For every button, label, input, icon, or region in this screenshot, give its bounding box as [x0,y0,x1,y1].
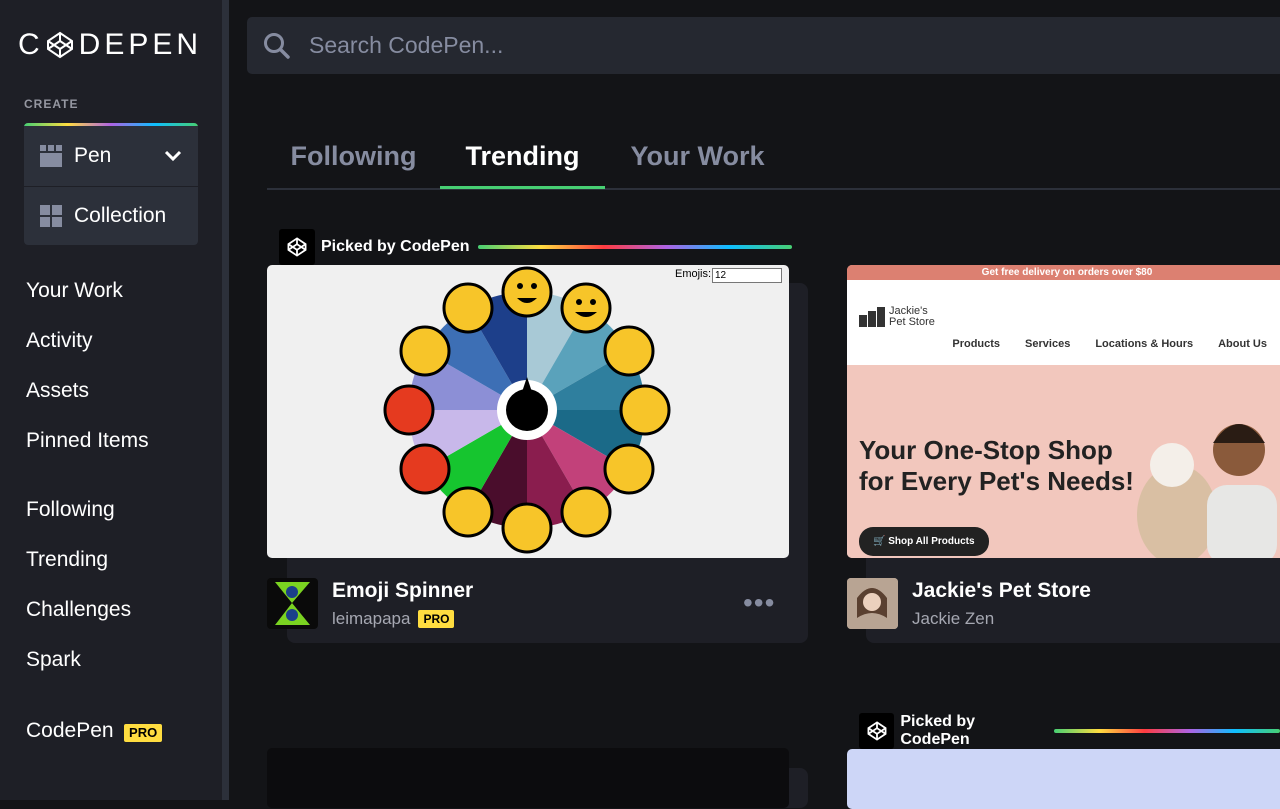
codepen-pro-label: CodePen [26,719,114,742]
codepen-logo[interactable]: C DEPEN [18,28,202,62]
create-pen-button[interactable]: Pen [24,126,198,187]
chevron-down-icon[interactable] [164,144,182,168]
author-avatar-jackie-zen[interactable] [847,578,898,629]
picked-label: Picked by CodePen [321,238,470,255]
nav-challenges[interactable]: Challenges [26,585,131,635]
sidebar-divider[interactable] [222,0,229,800]
grid-icon [40,145,62,167]
shop-all-products-button: 🛒 Shop All Products [859,527,989,556]
pen-preview-pet-store[interactable]: Get free delivery on orders over $80 Jac… [847,265,1280,558]
shop-all-label: Shop All Products [888,536,975,547]
pet-nav: Products Services Locations & Hours Abou… [952,338,1267,350]
nav-spark[interactable]: Spark [26,635,131,685]
nav-trending[interactable]: Trending [26,535,131,585]
nav-primary: Your Work Activity Assets Pinned Items [26,266,149,466]
create-pen-label: Pen [74,144,112,167]
pet-hero-illustration [1137,424,1277,558]
pet-header: Jackie's Pet Store Products Services Loc… [847,280,1280,365]
pen-author[interactable]: leimapapa PRO [332,609,455,629]
picked-label: Picked by CodePen [900,713,976,748]
rainbow-line [477,245,792,249]
nav-secondary: Following Trending Challenges Spark [26,485,131,685]
more-options-button[interactable]: ••• [743,587,775,619]
grid-icon [40,205,62,227]
search-icon [264,32,290,59]
pen-author[interactable]: Jackie Zen [912,609,994,629]
nav-your-work[interactable]: Your Work [26,266,149,316]
pet-hero: Your One-Stop Shop for Every Pet's Needs… [847,365,1280,558]
pet-nav-products: Products [952,338,1001,350]
create-collection-label: Collection [74,204,167,227]
pen-preview-light-blue[interactable] [847,749,1280,809]
search-bar [247,17,1280,74]
codepen-cube-icon [859,713,895,749]
author-name: leimapapa [332,609,411,628]
logo-text-c: C [18,28,44,61]
pet-nav-services: Services [1025,338,1071,350]
pen-title[interactable]: Emoji Spinner [332,579,473,603]
tab-your-work[interactable]: Your Work [605,125,790,188]
nav-codepen-pro[interactable]: CodePen PRO [26,706,163,756]
create-collection-button[interactable]: Collection [24,187,198,245]
pro-badge: PRO [418,610,455,628]
pen-preview-emoji-spinner[interactable]: Emojis: [267,265,789,558]
tab-following[interactable]: Following [267,125,440,188]
picked-by-codepen-badge: Picked by CodePen [859,713,1280,749]
codepen-cube-icon [279,229,315,265]
pet-nav-locations: Locations & Hours [1095,338,1194,350]
nav-activity[interactable]: Activity [26,316,149,366]
author-name: Jackie Zen [912,609,995,628]
pet-brand-line2: Pet Store [889,316,935,328]
nav-pinned-items[interactable]: Pinned Items [26,416,149,466]
emoji-wheel-graphic [383,266,671,554]
pro-badge: PRO [124,723,163,742]
cart-icon: 🛒 [873,536,886,547]
picked-by-codepen-badge: Picked by CodePen [279,229,792,265]
feed-tabs: Following Trending Your Work [267,125,1280,190]
create-menu: Pen Collection [24,123,198,245]
create-label: CREATE [24,97,79,111]
search-input[interactable] [307,31,911,60]
sidebar: C DEPEN CREATE Pen Collection Your Work … [0,0,222,800]
author-avatar-leimapapa[interactable] [267,578,318,629]
logo-text-depen: DEPEN [78,28,203,61]
pet-store-logo: Jackie's Pet Store [859,306,935,328]
pen-preview-dark[interactable] [267,748,789,808]
pet-logo-icon [859,307,885,327]
codepen-cube-icon [46,31,73,59]
tab-trending[interactable]: Trending [440,125,605,189]
rainbow-line [1054,729,1280,733]
nav-assets[interactable]: Assets [26,366,149,416]
pen-title[interactable]: Jackie's Pet Store [912,579,1091,603]
nav-following[interactable]: Following [26,485,131,535]
pet-nav-about: About Us [1218,338,1267,350]
pet-delivery-banner: Get free delivery on orders over $80 [847,265,1280,280]
